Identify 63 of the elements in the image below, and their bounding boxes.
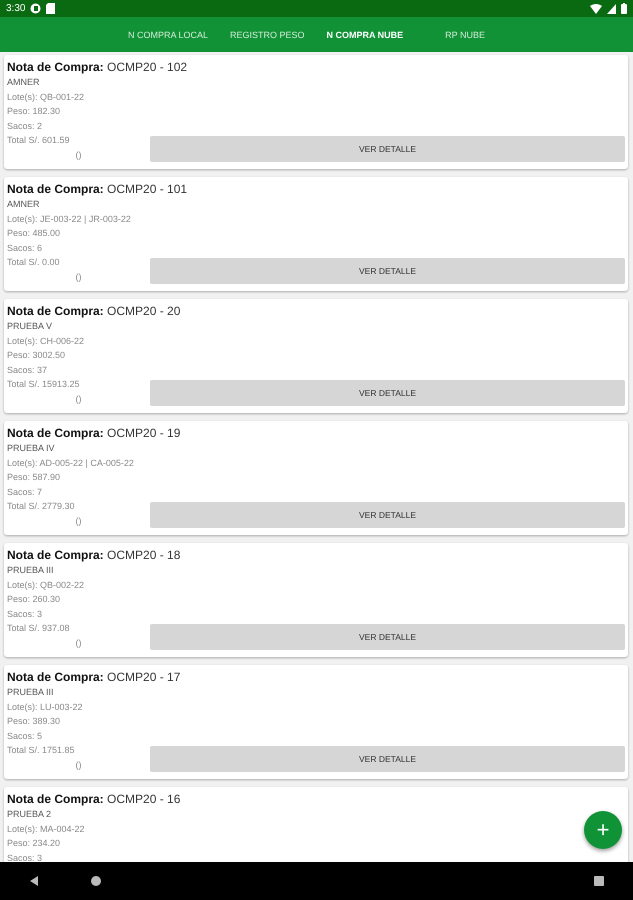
card-title: Nota de Compra: OCMP20 - 101 (7, 182, 188, 197)
detail-button[interactable]: VER DETALLE (150, 624, 625, 650)
info-text: Total S/. 15913.25 (7, 378, 80, 391)
info-text: () (74, 516, 82, 528)
detail-button[interactable]: VER DETALLE (150, 380, 625, 406)
card-title: Nota de Compra: OCMP20 - 20 (7, 304, 182, 319)
card-title: Nota de Compra: OCMP20 - 16 (7, 792, 182, 807)
wifi-icon (590, 4, 602, 14)
info-text: Total S/. 1751.85 (7, 744, 75, 757)
detail-button[interactable]: VER DETALLE (150, 258, 625, 284)
sd-card-icon (46, 3, 56, 14)
info-text: Total S/. 0.00 (7, 256, 60, 269)
card-title: Nota de Compra: OCMP20 - 18 (7, 548, 182, 563)
info-text: Peso: 389.30 (7, 715, 60, 728)
info-text: Total S/. 601.59 (7, 134, 70, 147)
battery-icon (621, 3, 627, 14)
clock: 3:30 (6, 3, 26, 14)
supplier-name: PRUEBA 2 (7, 808, 52, 821)
info-text: Lote(s): CH-006-22 (7, 334, 84, 348)
notification-icon (30, 3, 42, 14)
info-text: () (74, 760, 82, 772)
info-text: () (74, 150, 82, 162)
info-text: Sacos: 3 (7, 608, 42, 620)
info-text: Lote(s): QB-001-22 (7, 90, 84, 104)
home-icon[interactable] (90, 875, 102, 887)
info-text: Sacos: 2 (7, 120, 42, 132)
info-text: Peso: 182.30 (7, 105, 60, 118)
supplier-name: PRUEBA III (7, 686, 54, 699)
info-text: () (74, 272, 82, 284)
detail-button[interactable]: VER DETALLE (150, 746, 625, 772)
tab[interactable]: N COMPRA NUBE (316, 30, 414, 40)
info-text: Lote(s): LU-003-22 (7, 700, 83, 714)
info-text: Lote(s): QB-002-22 (7, 578, 84, 592)
supplier-name: AMNER (7, 76, 40, 89)
recents-icon[interactable] (593, 875, 605, 887)
info-text: Lote(s): JE-003-22 | JR-003-22 (7, 212, 131, 226)
info-text: Total S/. 2779.30 (7, 500, 75, 513)
signal-icon (607, 4, 616, 14)
info-text: Lote(s): AD-005-22 | CA-005-22 (7, 456, 134, 470)
info-text: Sacos: 7 (7, 486, 42, 498)
supplier-name: PRUEBA IV (7, 442, 55, 455)
info-text: Peso: 3002.50 (7, 349, 66, 362)
detail-button[interactable]: VER DETALLE (150, 502, 625, 528)
info-text: Peso: 485.00 (7, 227, 60, 240)
back-icon[interactable] (28, 875, 40, 887)
supplier-name: PRUEBA III (7, 564, 54, 577)
info-text: () (74, 394, 82, 406)
info-text: Sacos: 3 (7, 852, 42, 862)
info-text: Peso: 260.30 (7, 593, 60, 606)
supplier-name: AMNER (7, 198, 40, 211)
card-title: Nota de Compra: OCMP20 - 19 (7, 426, 182, 441)
supplier-name: PRUEBA V (7, 320, 52, 333)
info-text: Sacos: 5 (7, 730, 42, 742)
info-text: Peso: 587.90 (7, 471, 60, 484)
info-text: () (74, 638, 82, 650)
info-text: Peso: 234.20 (7, 837, 60, 850)
card-title: Nota de Compra: OCMP20 - 17 (7, 670, 182, 685)
detail-button[interactable]: VER DETALLE (150, 136, 625, 162)
info-text: Sacos: 6 (7, 242, 42, 254)
info-text: Sacos: 37 (7, 364, 48, 376)
info-text: Total S/. 937.08 (7, 622, 70, 635)
info-text: Lote(s): MA-004-22 (7, 822, 85, 836)
card-title: Nota de Compra: OCMP20 - 102 (7, 60, 188, 75)
